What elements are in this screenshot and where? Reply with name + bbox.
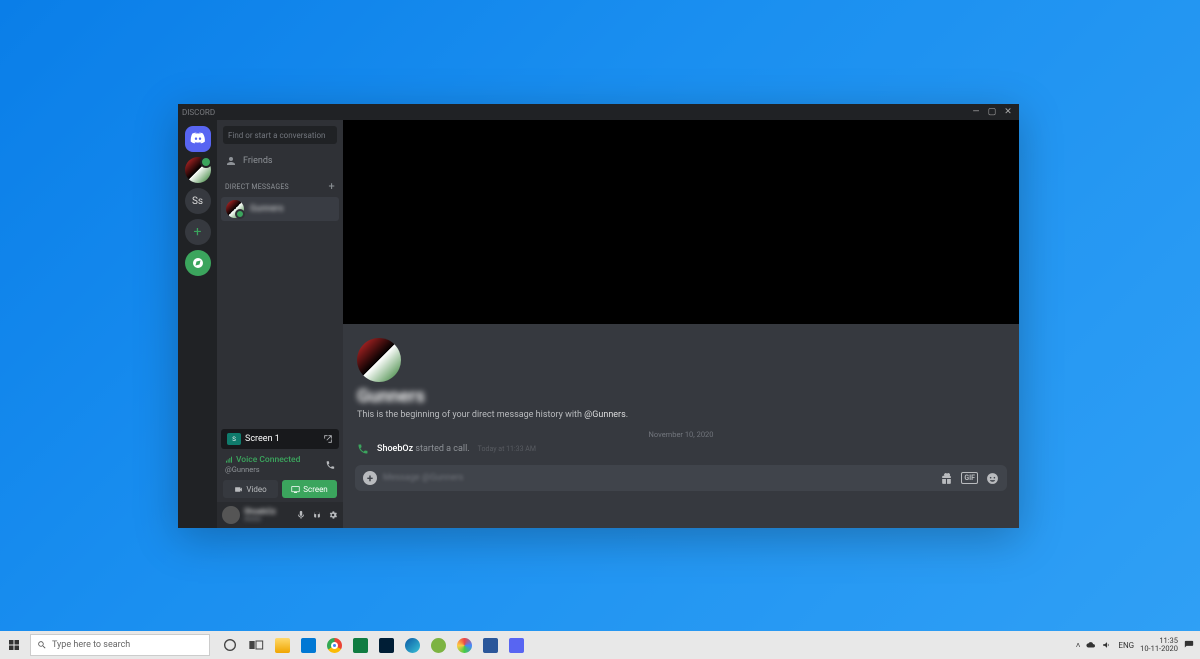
attach-button[interactable]: +	[363, 471, 377, 485]
dm-sidebar: Find or start a conversation Friends DIR…	[217, 120, 343, 528]
screen-share-panel[interactable]: S Screen 1	[221, 429, 339, 449]
dm-item-name: Gunners	[250, 204, 284, 214]
maximize-button[interactable]: ▢	[985, 107, 999, 117]
popout-icon[interactable]	[323, 434, 333, 444]
search-placeholder: Find or start a conversation	[228, 131, 325, 140]
call-timestamp: Today at 11:33 AM	[478, 445, 536, 453]
call-message: ShoebOz started a call. Today at 11:33 A…	[343, 441, 1019, 457]
avatar	[226, 200, 244, 218]
server-item-gunners[interactable]	[185, 157, 211, 183]
chat-start: Gunners This is the beginning of your di…	[343, 324, 1019, 424]
call-action: started a call.	[413, 444, 470, 454]
explore-button[interactable]	[185, 250, 211, 276]
user-tag: #0000	[244, 516, 276, 523]
call-author: ShoebOz	[377, 444, 413, 454]
screen-thumb-icon: S	[227, 433, 241, 445]
word-icon[interactable]	[482, 637, 498, 653]
friends-icon	[225, 155, 237, 167]
date-label: 10-11-2020	[1140, 645, 1178, 653]
taskbar-search[interactable]: Type here to search	[30, 634, 210, 656]
find-conversation-input[interactable]: Find or start a conversation	[223, 126, 337, 144]
voice-status-panel: Voice Connected @Gunners	[217, 453, 343, 476]
clock[interactable]: 11:35 10-11-2020	[1140, 637, 1178, 653]
screen-button[interactable]: Screen	[282, 480, 337, 498]
add-server-button[interactable]: +	[185, 219, 211, 245]
dm-header-label: DIRECT MESSAGES	[225, 183, 289, 191]
photoshop-icon[interactable]	[378, 637, 394, 653]
user-panel: ShoebOz #0000	[217, 502, 343, 528]
edge-icon[interactable]	[404, 637, 420, 653]
cortana-icon[interactable]	[222, 637, 238, 653]
app-body: Ss + Find or start a conversation Friend…	[178, 120, 1019, 528]
message-input[interactable]: + Message @Gunners GIF	[355, 465, 1007, 491]
server-item-ss[interactable]: Ss	[185, 188, 211, 214]
channel-avatar	[357, 338, 401, 382]
start-button[interactable]	[0, 631, 28, 659]
chat-main: Gunners This is the beginning of your di…	[343, 120, 1019, 528]
explorer-icon[interactable]	[274, 637, 290, 653]
search-icon	[37, 640, 47, 650]
date-divider: November 10, 2020	[343, 430, 1019, 439]
dm-section-header: DIRECT MESSAGES +	[217, 172, 343, 197]
server-rail: Ss +	[178, 120, 217, 528]
voice-channel-label: @Gunners	[225, 465, 300, 474]
minimize-button[interactable]: —	[969, 107, 983, 117]
excel-icon[interactable]	[352, 637, 368, 653]
mail-icon[interactable]	[300, 637, 316, 653]
deafen-icon[interactable]	[312, 510, 322, 520]
tray-chevron-icon[interactable]: ˄	[1076, 641, 1081, 650]
chrome-icon[interactable]	[326, 637, 342, 653]
mute-icon[interactable]	[296, 510, 306, 520]
gift-icon[interactable]	[940, 472, 953, 485]
dm-item-gunners[interactable]: Gunners	[221, 197, 339, 221]
app-title: DISCORD	[182, 108, 215, 117]
channel-name: Gunners	[357, 386, 1005, 407]
language-indicator[interactable]: ENG	[1118, 641, 1134, 650]
discord-window: DISCORD — ▢ ✕ Ss + Find or start a conve…	[178, 104, 1019, 528]
system-tray: ˄ ENG 11:35 10-11-2020	[1076, 637, 1200, 653]
history-start-text: This is the beginning of your direct mes…	[357, 410, 1005, 420]
call-buttons: Video Screen	[217, 476, 343, 502]
user-name: ShoebOz	[244, 508, 276, 516]
window-controls: — ▢ ✕	[969, 107, 1015, 117]
app-icon-2[interactable]	[456, 637, 472, 653]
notifications-icon[interactable]	[1184, 640, 1194, 650]
titlebar: DISCORD — ▢ ✕	[178, 104, 1019, 120]
taskbar-search-placeholder: Type here to search	[52, 640, 130, 650]
noise-suppression-icon[interactable]	[309, 460, 319, 470]
screen-share-label: Screen 1	[245, 434, 280, 444]
discord-taskbar-icon[interactable]	[508, 637, 524, 653]
voice-connected-label: Voice Connected	[225, 455, 300, 465]
friends-button[interactable]: Friends	[217, 150, 343, 172]
create-dm-button[interactable]: +	[329, 180, 335, 193]
taskbar-apps	[222, 637, 524, 653]
app-icon-1[interactable]	[430, 637, 446, 653]
friends-label: Friends	[243, 156, 273, 166]
video-call-area[interactable]	[343, 120, 1019, 324]
volume-icon[interactable]	[1102, 640, 1112, 650]
onedrive-icon[interactable]	[1086, 640, 1096, 650]
windows-taskbar: Type here to search ˄ ENG 11:35 10-11-20…	[0, 631, 1200, 659]
user-avatar[interactable]	[222, 506, 240, 524]
gif-button[interactable]: GIF	[961, 472, 978, 484]
emoji-icon[interactable]	[986, 472, 999, 485]
settings-icon[interactable]	[328, 510, 338, 520]
home-button[interactable]	[185, 126, 211, 152]
compose-placeholder: Message @Gunners	[383, 473, 934, 483]
close-button[interactable]: ✕	[1001, 107, 1015, 117]
disconnect-icon[interactable]	[325, 460, 335, 470]
call-icon	[357, 443, 369, 455]
taskview-icon[interactable]	[248, 637, 264, 653]
video-button[interactable]: Video	[223, 480, 278, 498]
